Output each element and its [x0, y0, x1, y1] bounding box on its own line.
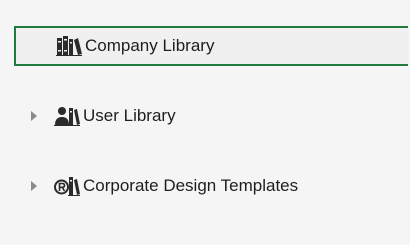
- registered-book-icon: [54, 175, 80, 197]
- tree-item-user-library[interactable]: User Library: [14, 96, 410, 136]
- expand-arrow-icon[interactable]: [14, 166, 54, 206]
- tree-item-corporate-design-templates[interactable]: Corporate Design Templates: [14, 166, 410, 206]
- expand-arrow-icon[interactable]: [14, 96, 54, 136]
- tree-item-label: User Library: [83, 106, 176, 125]
- tree-item-label: Corporate Design Templates: [83, 176, 299, 195]
- books-icon: [56, 35, 82, 57]
- tree-item-label: Company Library: [85, 36, 215, 55]
- library-tree: Company Library User Library Corporate D…: [0, 0, 410, 245]
- user-books-icon: [54, 105, 80, 127]
- tree-item-company-library[interactable]: Company Library: [14, 26, 408, 66]
- expander-placeholder: [16, 26, 56, 66]
